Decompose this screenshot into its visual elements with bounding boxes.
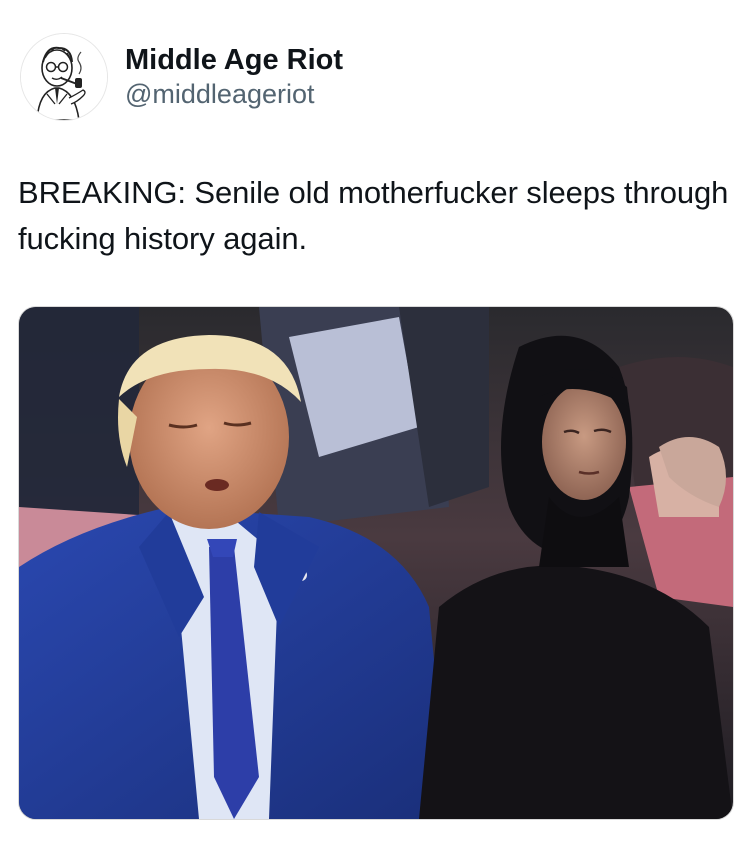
photo-icon [19,307,733,819]
tweet-photo[interactable] [18,306,734,820]
author-handle[interactable]: @middleageriot [125,77,343,111]
tweet-card: Middle Age Riot @middleageriot BREAKING:… [0,0,750,841]
avatar[interactable] [20,33,108,121]
cartoon-man-with-pipe-avatar-icon [21,34,107,120]
tweet-text: BREAKING: Senile old motherfucker sleeps… [18,175,729,256]
tweet-header: Middle Age Riot @middleageriot [20,32,343,122]
author-names: Middle Age Riot @middleageriot [125,43,343,111]
author-display-name[interactable]: Middle Age Riot [125,43,343,77]
